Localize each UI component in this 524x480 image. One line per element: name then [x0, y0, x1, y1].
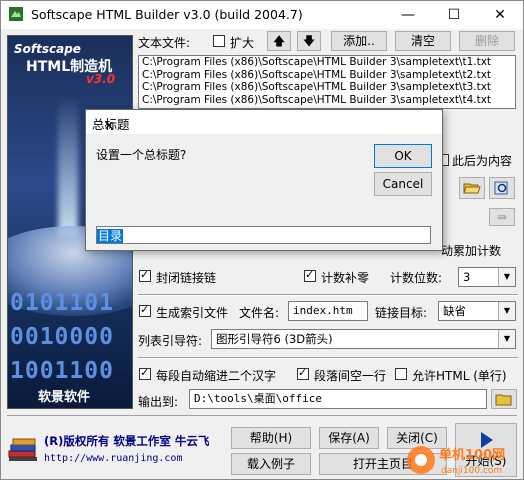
auto-count-label: 动累加计数 [441, 244, 502, 258]
list-item[interactable]: C:\Program Files (x86)\Softscape\HTML Bu… [139, 56, 515, 69]
maximize-button[interactable]: ☐ [431, 1, 477, 29]
magnifier-icon [494, 181, 508, 195]
output-label: 输出到: [138, 395, 179, 409]
allow-html-checkbox[interactable] [395, 368, 407, 380]
gen-index-label: 生成索引文件 [156, 306, 229, 320]
binary-line: 1001100 [10, 358, 114, 384]
filename-input[interactable]: index.htm [288, 301, 368, 321]
divider [138, 357, 518, 359]
ok-button[interactable]: OK [374, 144, 432, 168]
watermark-logo: 单机100网 danji100.com [407, 446, 505, 476]
load-example-button[interactable]: 载入例子 [231, 453, 311, 475]
auto-indent-label: 每段自动缩进二个汉字 [156, 369, 277, 383]
count-pad-zero-label: 计数补零 [321, 271, 370, 285]
close-link-chain-label: 封闭链接链 [156, 271, 217, 285]
insert-button[interactable]: ⇛ [489, 208, 515, 226]
binary-line: 0010000 [10, 324, 114, 350]
browse-output-button[interactable] [491, 389, 517, 409]
minimize-button[interactable]: — [385, 1, 431, 29]
arrow-up-icon: 🡅 [272, 34, 286, 48]
gen-index-checkbox[interactable] [139, 303, 151, 317]
divider [138, 294, 518, 296]
move-up-button[interactable]: 🡅 [267, 31, 291, 51]
arrow-down-icon: 🡇 [302, 34, 316, 48]
dialog-prompt: 设置一个总标题? [96, 148, 187, 162]
list-guide-select[interactable]: 图形引导符6 (3D箭头) ▼ [211, 329, 516, 349]
list-item[interactable]: C:\Program Files (x86)\Softscape\HTML Bu… [139, 94, 515, 107]
chevron-down-icon: ▼ [498, 268, 515, 286]
count-digits-label: 计数位数: [390, 271, 443, 285]
save-button[interactable]: 保存(A) [319, 427, 379, 449]
auto-indent-checkbox[interactable] [139, 366, 151, 380]
count-digits-select[interactable]: 3 ▼ [458, 267, 516, 287]
binary-line: 0101101 [10, 290, 114, 316]
light-beam [58, 96, 78, 236]
books-icon [8, 438, 37, 461]
list-guide-label: 列表引导符: [138, 334, 203, 348]
count-digits-value: 3 [463, 270, 471, 284]
cancel-button[interactable]: Cancel [374, 172, 432, 196]
watermark-text: 单机100网 [439, 447, 505, 463]
website-link[interactable]: http://www.ruanjing.com [44, 453, 182, 464]
logo-brand: Softscape [14, 42, 81, 56]
allow-html-label: 允许HTML (单行) [412, 369, 507, 383]
help-button[interactable]: 帮助(H) [231, 427, 311, 449]
dialog-title-bar: 总标题 ✕ [86, 110, 442, 134]
title-input-value: 目录 [97, 229, 124, 243]
open-folder-button[interactable] [459, 177, 485, 199]
logo-version: v3.0 [86, 72, 116, 86]
text-files-label: 文本文件: [138, 36, 191, 50]
list-item[interactable]: C:\Program Files (x86)\Softscape\HTML Bu… [139, 81, 515, 94]
output-path-input[interactable]: D:\tools\桌面\office [189, 389, 487, 409]
expand-checkbox[interactable] [213, 35, 225, 47]
expand-label: 扩大 [230, 36, 255, 50]
link-target-value: 缺省 [443, 304, 466, 318]
count-pad-zero-checkbox[interactable] [304, 268, 316, 282]
title-input[interactable]: 目录 [96, 226, 431, 244]
watermark-subtext: danji100.com [441, 466, 502, 476]
list-item[interactable]: C:\Program Files (x86)\Softscape\HTML Bu… [139, 69, 515, 82]
move-down-button[interactable]: 🡇 [297, 31, 321, 51]
divider [7, 415, 517, 416]
main-window: Softscape HTML Builder v3.0 (build 2004.… [0, 0, 524, 480]
file-list[interactable]: C:\Program Files (x86)\Softscape\HTML Bu… [138, 55, 516, 109]
chevron-down-icon: ▼ [498, 330, 515, 348]
brand-name: 软景软件 [38, 390, 91, 405]
title-bar: Softscape HTML Builder v3.0 (build 2004.… [1, 1, 523, 29]
app-icon [9, 7, 23, 21]
chevron-down-icon: ▼ [498, 302, 515, 320]
close-link-chain-checkbox[interactable] [139, 268, 151, 282]
window-title: Softscape HTML Builder v3.0 (build 2004.… [31, 7, 303, 22]
para-blank-label: 段落间空一行 [314, 369, 387, 383]
dialog-close-button[interactable]: ✕ [92, 114, 126, 138]
add-button[interactable]: 添加.. [331, 31, 387, 51]
list-guide-value: 图形引导符6 (3D箭头) [216, 332, 333, 346]
link-target-label: 链接目标: [375, 306, 428, 320]
delete-button[interactable]: 删除 [459, 31, 515, 51]
link-target-select[interactable]: 缺省 ▼ [438, 301, 516, 321]
close-button[interactable]: ✕ [477, 1, 523, 29]
preview-button[interactable] [489, 177, 515, 199]
folder-icon [495, 394, 512, 406]
clear-button[interactable]: 清空 [395, 31, 451, 51]
para-blank-checkbox[interactable] [297, 366, 309, 380]
after-content-label: 此后为内容 [452, 154, 513, 168]
title-dialog: 总标题 ✕ 设置一个总标题? OK Cancel 目录 [85, 109, 443, 251]
copyright-text: (R)版权所有 软景工作室 牛云飞 [44, 434, 210, 448]
filename-label: 文件名: [239, 306, 280, 320]
folder-open-icon [463, 183, 481, 194]
